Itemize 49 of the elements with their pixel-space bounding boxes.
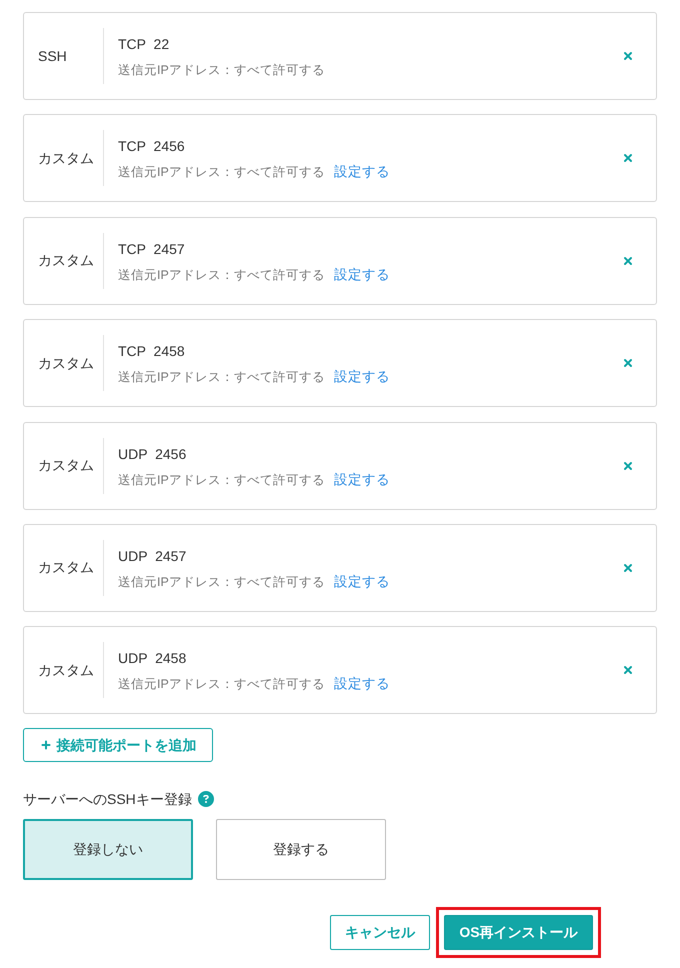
ssh-key-option[interactable]: 登録しない <box>23 819 193 880</box>
close-icon <box>622 460 634 472</box>
delete-button[interactable] <box>622 152 634 164</box>
settings-link[interactable]: 設定する <box>334 368 390 386</box>
protocol-port: UDP 2456 <box>118 444 188 464</box>
close-icon <box>622 50 634 62</box>
protocol-port: TCP 22 <box>118 35 170 54</box>
source-ip-text: 送信元IPアドレス：すべて許可する <box>118 574 325 591</box>
close-icon <box>622 562 634 574</box>
plus-icon <box>40 739 52 752</box>
settings-link[interactable]: 設定する <box>334 163 390 182</box>
rule-type: カスタム <box>37 251 95 270</box>
help-icon[interactable] <box>198 791 214 808</box>
settings-link[interactable]: 設定する <box>334 470 390 489</box>
cancel-button[interactable]: キャンセル <box>330 915 430 950</box>
source-ip-text: 送信元IPアドレス：すべて許可する <box>118 266 325 284</box>
source-ip-text: 送信元IPアドレス：すべて許可する <box>118 62 325 79</box>
protocol-port: UDP 2457 <box>118 546 188 566</box>
rule-type: SSH <box>37 46 68 66</box>
add-port-button[interactable]: 接続可能ポートを追加 <box>23 728 213 762</box>
delete-button[interactable] <box>622 357 634 370</box>
delete-button[interactable] <box>622 254 634 267</box>
rule-type: カスタム <box>37 354 95 373</box>
protocol-port: TCP 2457 <box>118 240 186 259</box>
settings-link[interactable]: 設定する <box>334 675 390 694</box>
close-icon <box>622 357 634 370</box>
rule-type: カスタム <box>37 558 95 578</box>
protocol-port: UDP 2458 <box>118 649 188 668</box>
close-icon <box>622 254 634 267</box>
close-icon <box>622 664 634 676</box>
settings-link[interactable]: 設定する <box>334 572 390 591</box>
delete-button[interactable] <box>622 562 634 574</box>
rule-type: カスタム <box>37 660 95 680</box>
close-icon <box>622 152 634 164</box>
delete-button[interactable] <box>622 664 634 676</box>
reinstall-button[interactable]: OS再インストール <box>444 915 593 950</box>
delete-button[interactable] <box>622 50 634 62</box>
rule-type: カスタム <box>37 456 95 476</box>
ssh-key-option[interactable]: 登録する <box>216 819 386 880</box>
source-ip-text: 送信元IPアドレス：すべて許可する <box>118 369 325 386</box>
delete-button[interactable] <box>622 460 634 472</box>
source-ip-text: 送信元IPアドレス：すべて許可する <box>118 164 325 182</box>
protocol-port: TCP 2456 <box>118 137 186 156</box>
settings-link[interactable]: 設定する <box>334 266 390 284</box>
protocol-port: TCP 2458 <box>118 342 186 362</box>
source-ip-text: 送信元IPアドレス：すべて許可する <box>118 472 325 489</box>
ssh-key-label: サーバーへのSSHキー登録 <box>23 790 192 809</box>
source-ip-text: 送信元IPアドレス：すべて許可する <box>118 676 325 694</box>
rule-type: カスタム <box>37 148 95 168</box>
